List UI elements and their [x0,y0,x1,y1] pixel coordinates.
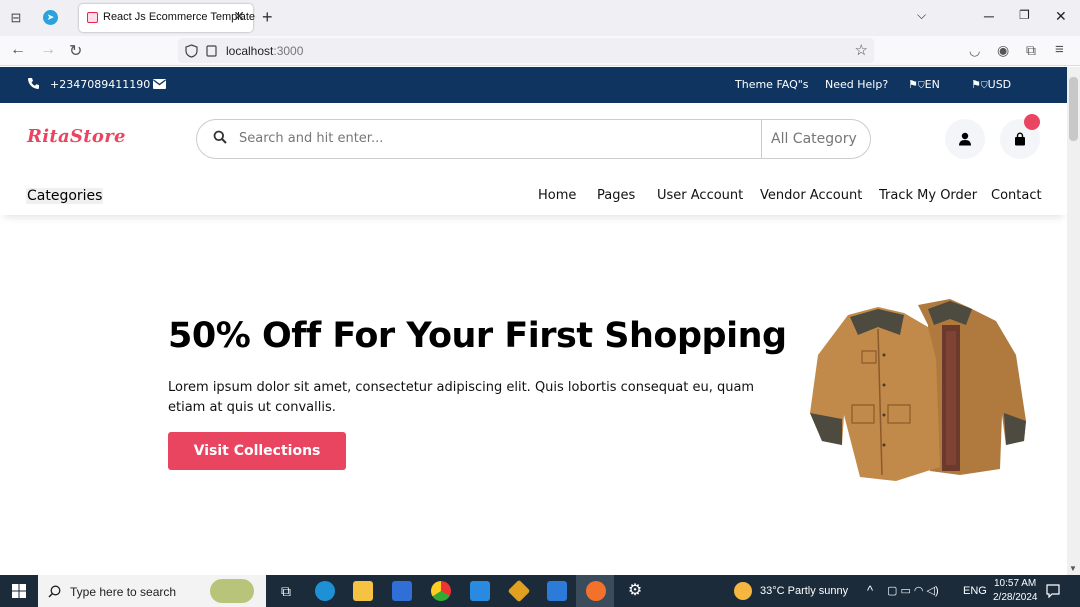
shield-small-icon: ⛉ [980,81,988,91]
new-tab-icon[interactable]: + [262,7,273,28]
menu-vendor-account[interactable]: Vendor Account [760,188,862,203]
website-viewport: +2347089411190 Theme FAQ"s Need Help? ⚑⛉… [0,67,1067,575]
windows-taskbar: Type here to search ⧉ ⚙ 33°C Partly sunn… [0,575,1080,607]
bookmark-star-icon[interactable]: ☆ [855,41,868,59]
chrome-icon[interactable] [431,581,451,601]
settings-gear-icon[interactable]: ⚙ [625,581,645,601]
top-info-bar: +2347089411190 Theme FAQ"s Need Help? ⚑⛉… [0,67,1067,103]
search-box: All Category [196,119,871,159]
menu-pages[interactable]: Pages [597,188,635,203]
email-icon[interactable] [153,79,166,89]
scroll-down-arrow-icon[interactable]: ▼ [1069,564,1077,573]
visit-collections-button[interactable]: Visit Collections [168,432,346,470]
phone-icon [28,78,39,89]
currency-selector[interactable]: ⚑⛉USD [971,78,1011,91]
vscode-icon[interactable] [470,581,490,601]
categories-dropdown[interactable]: Categories [26,188,104,204]
browser-nav-bar: ← → ↻ localhost:3000 ☆ ◡ ◉ ⧉ ≡ [0,36,1080,66]
microsoft-store-icon[interactable] [392,581,412,601]
page-info-icon [206,45,217,57]
extensions-icon[interactable]: ⧉ [1026,42,1036,59]
menu-contact[interactable]: Contact [991,188,1042,203]
weather-text[interactable]: 33°C Partly sunny [760,585,848,597]
hero-title: 50% Off For Your First Shopping [168,316,787,356]
hero-description: Lorem ipsum dolor sit amet, consectetur … [168,380,755,415]
telegram-pinned-tab-icon[interactable]: ➤ [43,10,58,25]
cart-count-badge [1024,114,1040,130]
flag-icon: ⚑ [971,78,981,91]
tray-system-icons[interactable]: ▢ ▭ ◠ ◁) [887,584,939,597]
menu-track-my-order[interactable]: Track My Order [879,188,977,203]
flag-icon: ⚑ [908,78,918,91]
file-explorer-icon[interactable] [353,581,373,601]
site-logo[interactable]: RitaStore [27,126,126,147]
firefox-icon[interactable] [586,581,606,601]
tab-overview-icon[interactable]: ⊟ [8,10,24,26]
shopping-bag-icon [1015,132,1025,146]
shield-small-icon: ⛉ [917,81,925,91]
taskbar-search-placeholder: Type here to search [70,585,177,599]
url-text: localhost:3000 [226,44,304,58]
restore-icon[interactable]: ❐ [1019,8,1030,22]
pocket-icon[interactable]: ◡ [969,43,980,59]
mail-icon[interactable] [547,581,567,601]
scrollbar-thumb[interactable] [1069,77,1078,141]
search-icon [213,130,227,144]
need-help-link[interactable]: Need Help? [825,78,888,91]
shield-icon [185,44,198,58]
clock-date[interactable]: 2/28/2024 [993,592,1038,603]
phone-number[interactable]: +2347089411190 [50,78,150,91]
menu-icon[interactable]: ≡ [1055,41,1064,58]
search-input[interactable] [239,131,739,146]
menu-user-account[interactable]: User Account [657,188,743,203]
close-window-icon[interactable]: ✕ [1055,8,1067,25]
notifications-icon[interactable] [1046,584,1060,598]
hero-jacket-image [810,299,1026,481]
user-account-button[interactable] [945,119,985,159]
edge-icon[interactable] [315,581,335,601]
tab-list-chevron-icon[interactable]: ⌵ [917,8,926,23]
back-icon[interactable]: ← [10,41,26,59]
search-highlight-icon [210,579,254,603]
theme-faq-link[interactable]: Theme FAQ"s [735,78,809,91]
git-icon[interactable] [507,579,531,603]
minimize-icon[interactable]: ─ [984,8,994,24]
page-scrollbar[interactable]: ▼ [1067,67,1080,575]
tab-favicon-icon [87,12,98,23]
tray-chevron-icon[interactable]: ^ [867,583,873,598]
windows-start-icon[interactable] [12,584,26,598]
user-icon [959,132,971,146]
weather-icon[interactable] [734,582,752,600]
menu-home[interactable]: Home [538,188,576,203]
input-language[interactable]: ENG [963,585,987,597]
address-bar[interactable]: localhost:3000 ☆ [178,38,874,63]
site-header: RitaStore All Category [0,103,1067,173]
language-selector[interactable]: ⚑⛉EN [908,78,940,91]
taskbar-search-box[interactable]: Type here to search [38,575,266,607]
forward-icon[interactable]: → [40,41,56,59]
main-menu-bar: Categories Home Pages User Account Vendo… [0,173,1067,215]
tab-title: React Js Ecommerce Template [103,11,256,23]
browser-tab-bar: ⊟ ➤ React Js Ecommerce Template ✕ + ⌵ ─ … [0,0,1080,36]
category-select[interactable]: All Category [761,120,871,158]
active-tab[interactable]: React Js Ecommerce Template ✕ [79,4,256,32]
taskbar-search-icon [48,585,61,598]
account-icon[interactable]: ◉ [997,42,1009,59]
reload-icon[interactable]: ↻ [69,41,82,61]
task-view-icon[interactable]: ⧉ [276,581,296,601]
clock-time[interactable]: 10:57 AM [994,578,1036,589]
tab-close-icon[interactable]: ✕ [233,8,245,25]
